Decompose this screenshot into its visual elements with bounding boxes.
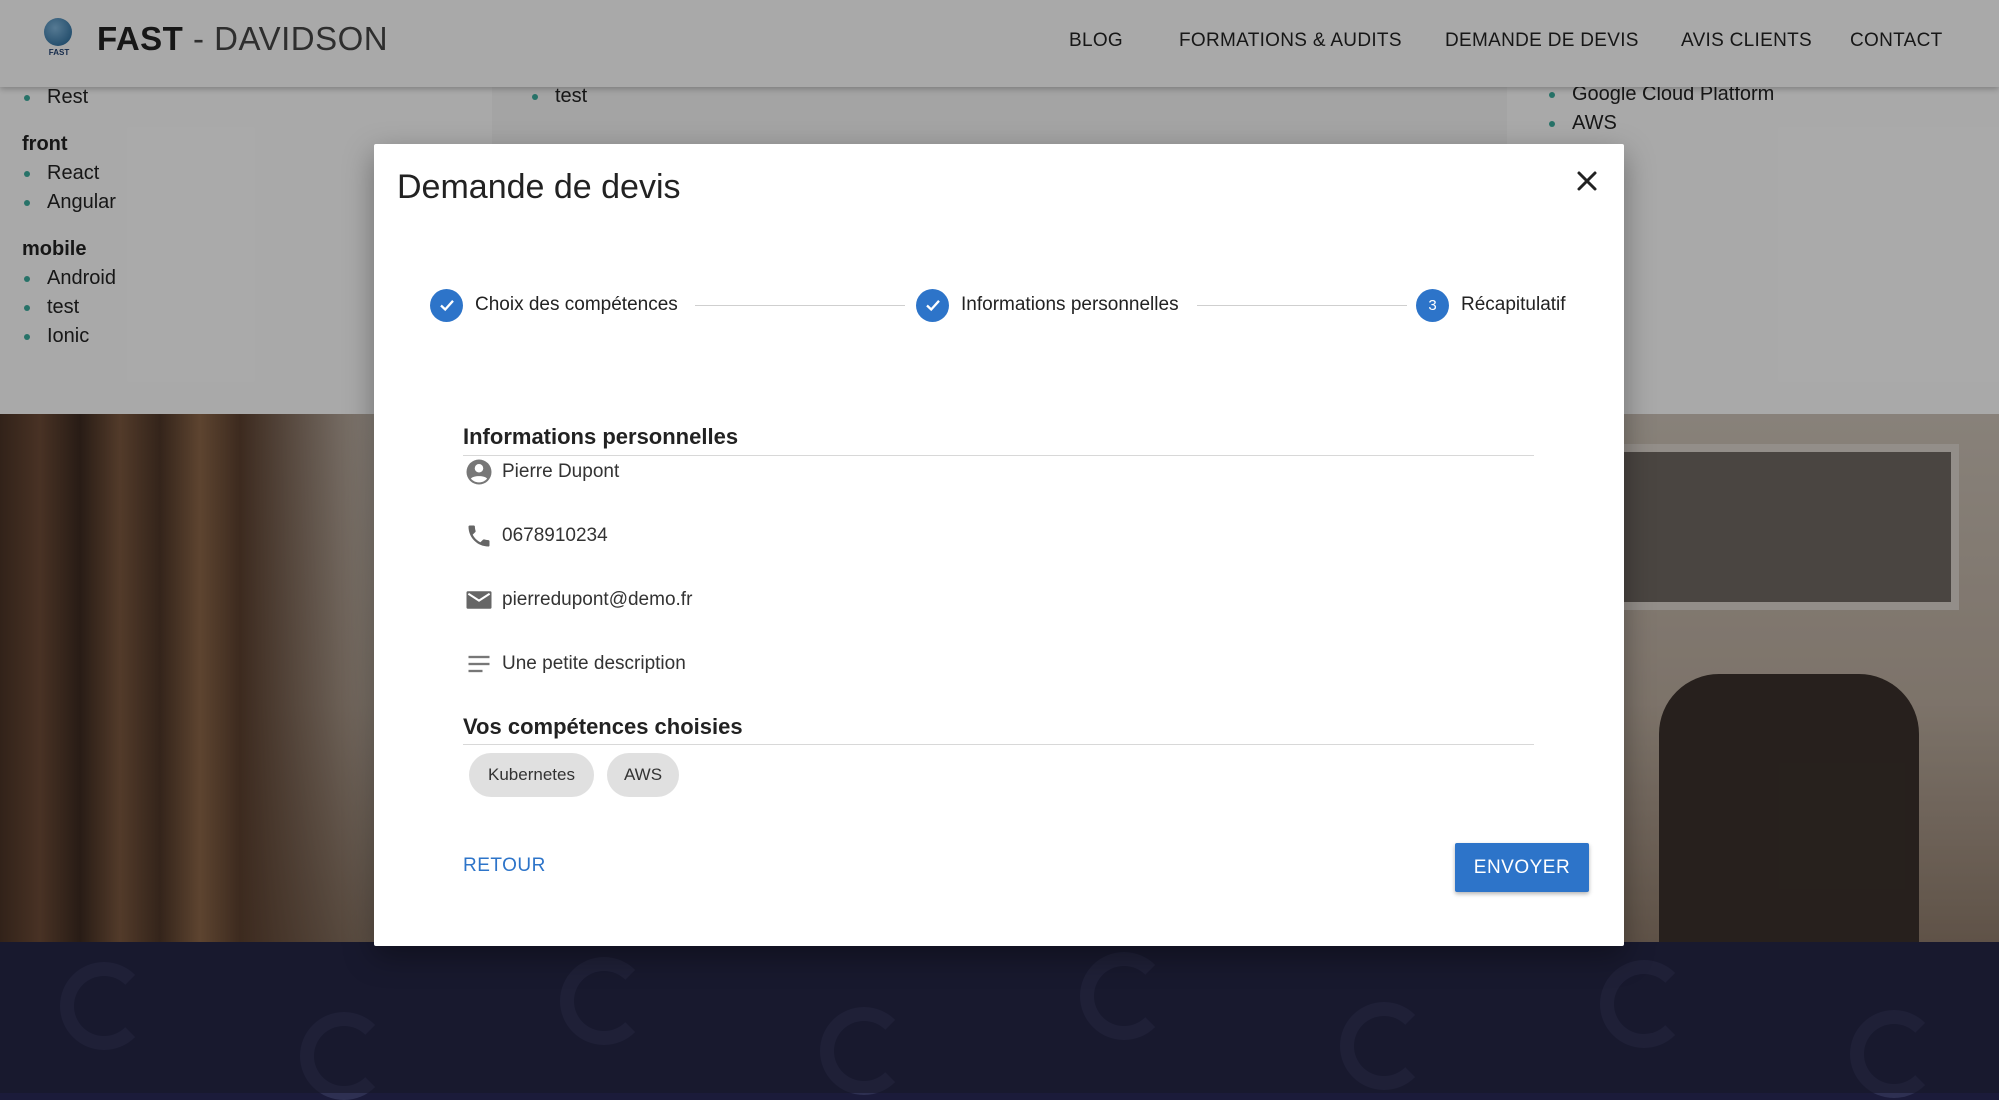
info-phone: 0678910234: [464, 521, 608, 551]
skills-heading: Vos compétences choisies: [463, 714, 743, 739]
check-icon: [916, 288, 949, 322]
divider: [463, 455, 1534, 456]
dialog-title: Demande de devis: [397, 168, 681, 206]
quote-dialog: Demande de devis Choix des compétences I…: [374, 144, 1624, 946]
send-button[interactable]: ENVOYER: [1455, 843, 1589, 892]
info-description-value: Une petite description: [502, 653, 686, 674]
step-connector: [1197, 305, 1407, 306]
close-icon[interactable]: [1570, 164, 1604, 198]
skill-chip[interactable]: AWS: [607, 753, 679, 797]
step-label: Récapitulatif: [1461, 294, 1566, 315]
step-connector: [695, 305, 905, 306]
skill-chip[interactable]: Kubernetes: [469, 753, 594, 797]
account-circle-icon: [464, 457, 494, 487]
phone-icon: [464, 521, 494, 551]
info-name-value: Pierre Dupont: [502, 461, 620, 482]
step-2[interactable]: Informations personnelles: [916, 288, 1179, 322]
info-name: Pierre Dupont: [464, 457, 619, 487]
info-email: pierredupont@demo.fr: [464, 585, 692, 615]
info-phone-value: 0678910234: [502, 525, 608, 546]
divider: [463, 744, 1534, 745]
step-label: Informations personnelles: [961, 294, 1179, 315]
step-label: Choix des compétences: [475, 294, 678, 315]
email-icon: [464, 585, 494, 615]
info-description: Une petite description: [464, 649, 686, 679]
step-1[interactable]: Choix des compétences: [430, 288, 678, 322]
step-3[interactable]: 3 Récapitulatif: [1416, 288, 1566, 322]
personal-info-heading: Informations personnelles: [463, 424, 739, 449]
step-number: 3: [1416, 288, 1449, 322]
check-icon: [430, 288, 463, 322]
back-button[interactable]: RETOUR: [463, 855, 546, 877]
info-email-value: pierredupont@demo.fr: [502, 589, 693, 610]
notes-icon: [464, 649, 494, 679]
stepper: Choix des compétences Informations perso…: [430, 288, 1570, 324]
